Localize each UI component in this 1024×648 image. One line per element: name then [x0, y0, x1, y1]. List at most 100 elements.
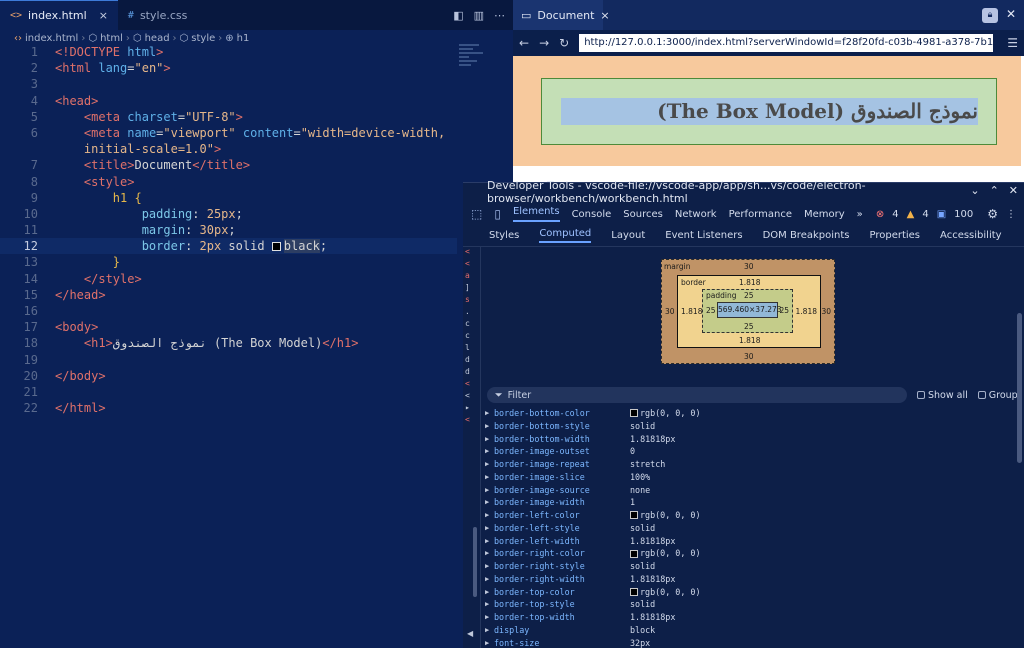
forward-icon[interactable]: → [539, 36, 549, 50]
computed-property-row[interactable]: ▶ font-size 32px [485, 637, 1015, 648]
expand-arrow-icon[interactable]: ▶ [485, 420, 494, 433]
expand-arrow-icon[interactable]: ▶ [485, 573, 494, 586]
code-line[interactable]: 19 [0, 352, 457, 368]
more-options-icon[interactable]: ⋮ [1006, 209, 1016, 220]
code-line[interactable]: 17 <body> [0, 319, 457, 335]
scrollbar[interactable] [1017, 313, 1022, 463]
color-swatch[interactable] [630, 511, 638, 520]
tab-accessibility[interactable]: Accessibility [940, 230, 1002, 241]
expand-arrow-icon[interactable]: ▶ [485, 445, 494, 458]
code-line[interactable]: 4 <head> [0, 93, 457, 109]
computed-property-row[interactable]: ▶ display block [485, 624, 1015, 637]
box-model-padding[interactable]: padding 25 25 25 25 569.460×37.273 [702, 289, 793, 333]
computed-property-row[interactable]: ▶ border-right-width 1.81818px [485, 573, 1015, 586]
code-line[interactable]: 3 [0, 76, 457, 92]
reload-icon[interactable]: ↻ [559, 36, 569, 50]
padding-left[interactable]: 25 [706, 306, 716, 315]
close-icon[interactable]: × [600, 9, 609, 22]
code-line[interactable]: 15 </head> [0, 287, 457, 303]
show-all-checkbox[interactable] [917, 391, 925, 399]
margin-left[interactable]: 30 [665, 307, 675, 316]
expand-arrow-icon[interactable]: ▶ [485, 407, 494, 420]
close-icon[interactable]: ✕ [1006, 7, 1016, 21]
computed-property-row[interactable]: ▶ border-image-source none [485, 484, 1015, 497]
margin-right[interactable]: 30 [821, 307, 831, 316]
computed-property-row[interactable]: ▶ border-left-width 1.81818px [485, 535, 1015, 548]
gear-icon[interactable]: ⚙ [987, 207, 998, 221]
computed-property-row[interactable]: ▶ border-image-slice 100% [485, 471, 1015, 484]
expand-arrow-icon[interactable]: ▶ [485, 484, 494, 497]
close-icon[interactable]: × [99, 9, 108, 22]
expand-arrow-icon[interactable]: ▶ [485, 560, 494, 573]
box-model-border[interactable]: border 1.818 1.818 1.818 1.818 padding 2… [677, 275, 821, 348]
padding-bottom[interactable]: 25 [744, 322, 754, 331]
inspect-element-icon[interactable]: ⬚ [471, 207, 482, 221]
dom-tree-scrollbar[interactable] [473, 527, 477, 597]
code-line[interactable]: 5 <meta charset="UTF-8"> [0, 109, 457, 125]
breadcrumb-item[interactable]: head [145, 33, 170, 44]
minimap[interactable] [459, 44, 485, 84]
open-preview-icon[interactable]: ◧ [453, 9, 463, 22]
tab-computed[interactable]: Computed [539, 228, 592, 243]
code-area[interactable]: 1 <!DOCTYPE html> 2 <html lang="en"> 3 4 <head… [0, 44, 457, 416]
tab-style-css[interactable]: # style.css [118, 0, 197, 30]
computed-property-row[interactable]: ▶ border-bottom-color rgb(0, 0, 0) [485, 407, 1015, 420]
border-top[interactable]: 1.818 [739, 278, 760, 287]
tab-layout[interactable]: Layout [611, 230, 645, 241]
tab-sources[interactable]: Sources [623, 209, 663, 220]
color-swatch[interactable] [630, 549, 638, 558]
code-line[interactable]: 13 } [0, 254, 457, 270]
color-swatch[interactable] [630, 409, 638, 418]
breadcrumb-item[interactable]: h1 [237, 33, 250, 44]
color-swatch[interactable] [271, 242, 281, 252]
computed-property-row[interactable]: ▶ border-bottom-style solid [485, 420, 1015, 433]
expand-arrow-icon[interactable]: ▶ [485, 624, 494, 637]
computed-property-row[interactable]: ▶ border-left-color rgb(0, 0, 0) [485, 509, 1015, 522]
box-model-margin[interactable]: margin 30 30 30 30 border 1.818 1.818 1.… [661, 259, 835, 364]
split-editor-icon[interactable]: ▥ [474, 9, 484, 22]
back-icon[interactable]: ← [519, 36, 529, 50]
code-line[interactable]: 18 <h1>نموذج الصندوق (The Box Model)</h1… [0, 335, 457, 351]
tab-elements[interactable]: Elements [512, 206, 560, 222]
expand-arrow-icon[interactable]: ▶ [485, 458, 494, 471]
more-tabs-icon[interactable]: » [857, 209, 863, 220]
scroll-left-icon[interactable]: ◀ [467, 629, 473, 638]
expand-arrow-icon[interactable]: ▶ [485, 509, 494, 522]
code-line[interactable]: 9 h1 { [0, 190, 457, 206]
computed-property-row[interactable]: ▶ border-top-style solid [485, 598, 1015, 611]
tab-network[interactable]: Network [675, 209, 717, 220]
code-line[interactable]: 1 <!DOCTYPE html> [0, 44, 457, 60]
tab-performance[interactable]: Performance [729, 209, 792, 220]
more-actions-icon[interactable]: ⋯ [494, 9, 505, 22]
expand-arrow-icon[interactable]: ▶ [485, 433, 494, 446]
computed-property-row[interactable]: ▶ border-top-width 1.81818px [485, 611, 1015, 624]
border-bottom[interactable]: 1.818 [739, 336, 760, 345]
tab-memory[interactable]: Memory [804, 209, 845, 220]
margin-bottom[interactable]: 30 [744, 352, 754, 361]
url-input[interactable]: http://127.0.0.1:3000/index.html?serverW… [579, 34, 994, 52]
expand-arrow-icon[interactable]: ▶ [485, 522, 494, 535]
tab-properties[interactable]: Properties [869, 230, 920, 241]
dom-tree-collapsed[interactable]: < < a] s. c c l d d < < ▸ < [463, 247, 481, 648]
expand-arrow-icon[interactable]: ▶ [485, 637, 494, 648]
computed-property-row[interactable]: ▶ border-top-color rgb(0, 0, 0) [485, 586, 1015, 599]
border-left[interactable]: 1.818 [681, 307, 702, 316]
computed-property-row[interactable]: ▶ border-right-color rgb(0, 0, 0) [485, 547, 1015, 560]
expand-arrow-icon[interactable]: ▶ [485, 547, 494, 560]
browser-tab[interactable]: ▭ Document × [513, 0, 610, 30]
margin-top[interactable]: 30 [744, 262, 754, 271]
expand-arrow-icon[interactable]: ▶ [485, 611, 494, 624]
tab-styles[interactable]: Styles [489, 230, 519, 241]
code-line[interactable]: initial-scale=1.0"> [0, 141, 457, 157]
computed-property-row[interactable]: ▶ border-image-repeat stretch [485, 458, 1015, 471]
expand-arrow-icon[interactable]: ▶ [485, 598, 494, 611]
filter-input[interactable]: ⏷ Filter [487, 387, 907, 403]
border-right[interactable]: 1.818 [796, 307, 817, 316]
code-line[interactable]: 6 <meta name="viewport" content="width=d… [0, 125, 457, 141]
padding-top[interactable]: 25 [744, 291, 754, 300]
computed-property-row[interactable]: ▶ border-image-outset 0 [485, 445, 1015, 458]
tab-console[interactable]: Console [572, 209, 612, 220]
box-model-content[interactable]: 569.460×37.273 [717, 302, 782, 318]
code-line[interactable]: 11 margin: 30px; [0, 222, 457, 238]
expand-arrow-icon[interactable]: ▶ [485, 471, 494, 484]
